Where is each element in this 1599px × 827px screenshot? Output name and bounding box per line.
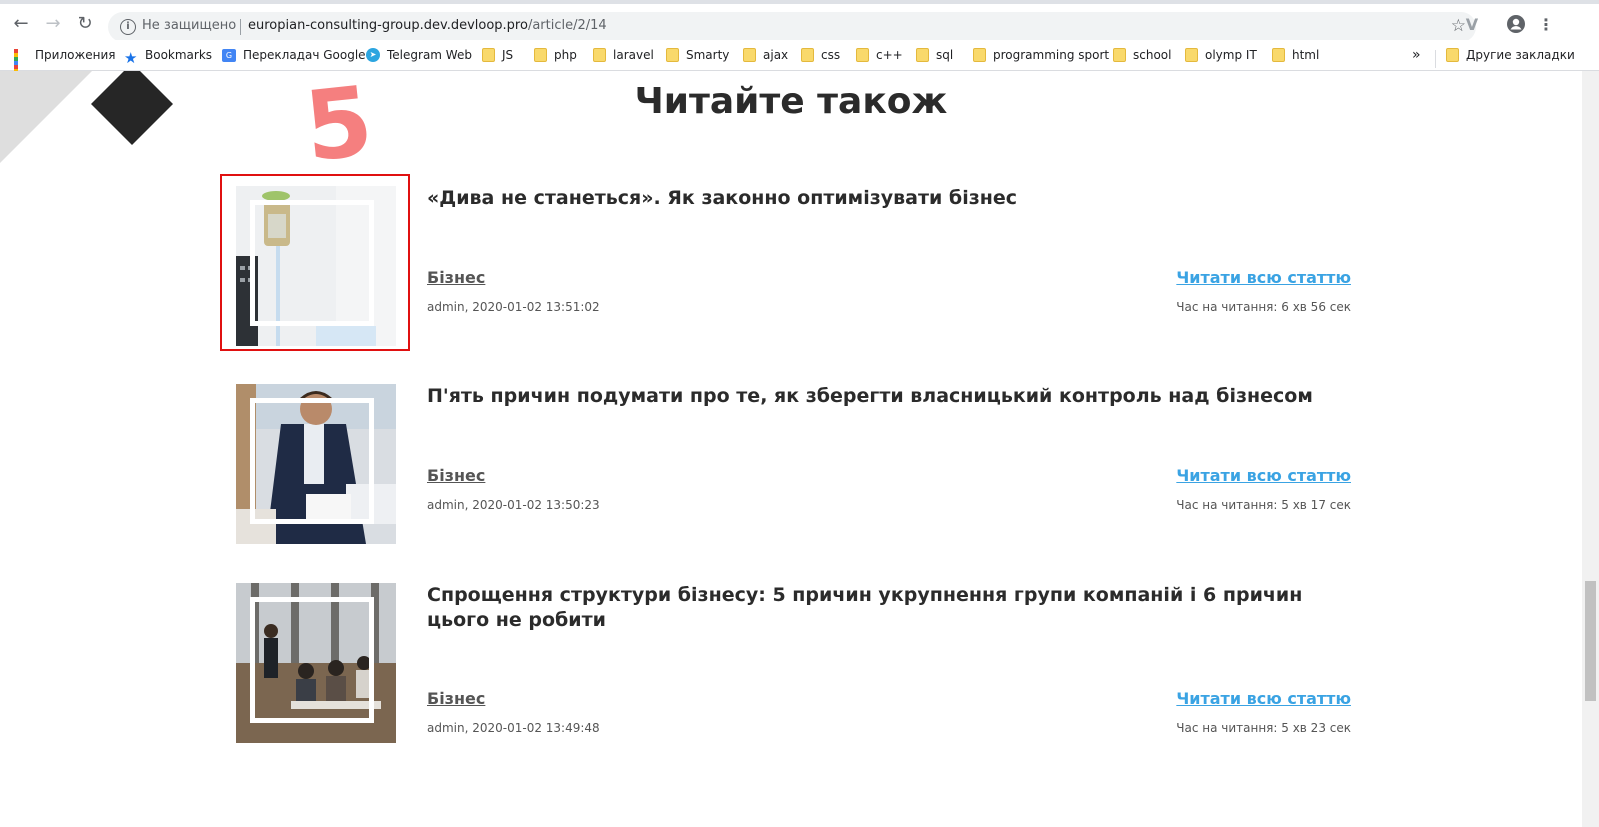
folder-icon [856,48,869,62]
address-divider [240,19,241,35]
section-title: Читайте також [634,81,948,122]
article-category-link[interactable]: Бізнес [427,689,485,708]
reading-time: Час на читання: 5 хв 23 сек [1176,721,1351,735]
bookmark-label: c++ [876,48,903,62]
folder-icon [916,48,929,62]
address-bar[interactable]: i Не защищено europian-consulting-group.… [108,12,1476,42]
bookmark-folder-school[interactable]: school [1113,46,1171,64]
read-more-link[interactable]: Читати всю статтю [1176,689,1351,708]
bookmark-label: php [554,48,577,62]
bookmark-folder-html[interactable]: html [1272,46,1319,64]
bookmark-label: Приложения [35,48,116,62]
forward-arrow-icon[interactable]: → [41,12,65,36]
article-card: Спрощення структури бізнесу: 5 причин ук… [236,583,1351,743]
bookmark-folder-ajax[interactable]: ajax [743,46,788,64]
article-card: «Дива не станеться». Як законно оптимізу… [236,186,1351,346]
bookmark-apps[interactable]: Приложения [14,46,116,85]
bookmark-folder-smarty[interactable]: Smarty [666,46,729,64]
folder-icon [593,48,606,62]
article-thumbnail[interactable] [236,384,396,544]
bookmark-telegram[interactable]: ➤ Telegram Web [366,46,472,64]
folder-icon [1272,48,1285,62]
reading-time: Час на читання: 6 хв 56 сек [1176,300,1351,314]
thumbnail-frame [250,200,374,326]
folder-icon [1113,48,1126,62]
thumbnail-frame [250,597,374,723]
bookmark-label: Telegram Web [387,48,472,62]
bookmark-folder-sql[interactable]: sql [916,46,953,64]
security-status[interactable]: Не защищено [142,18,236,33]
article-thumbnail[interactable] [236,186,396,346]
folder-icon [534,48,547,62]
back-arrow-icon[interactable]: ← [9,12,33,36]
annotation-number-text: 5 [305,71,378,166]
bookmark-folder-programming-sport[interactable]: programming sport [973,46,1109,64]
scrollbar-track[interactable] [1582,71,1599,827]
url-path: /article/2/14 [527,18,607,33]
bookmark-folder-cpp[interactable]: c++ [856,46,903,64]
telegram-icon: ➤ [366,48,380,62]
article-meta: admin, 2020-01-02 13:51:02 [427,300,600,314]
folder-icon [801,48,814,62]
bookmarks-bar: Приложения ★ Bookmarks G Перекладач Goog… [0,40,1599,85]
article-title[interactable]: «Дива не станеться». Як законно оптимізу… [427,186,1347,211]
page-content: Читайте також 5 «Дива не станеться». Як … [0,71,1599,827]
article-meta: admin, 2020-01-02 13:49:48 [427,721,600,735]
vpn-extension-icon[interactable]: V [1461,14,1483,36]
article-title[interactable]: Спрощення структури бізнесу: 5 причин ук… [427,583,1347,633]
bookmarks-divider [1435,50,1436,68]
bookmark-label: Bookmarks [145,48,213,62]
read-more-link[interactable]: Читати всю статтю [1176,466,1351,485]
bookmark-label: css [821,48,841,62]
bookmark-label: Другие закладки [1466,48,1575,62]
bookmark-other[interactable]: Другие закладки [1446,46,1575,64]
google-translate-icon: G [222,48,236,62]
folder-icon [1185,48,1198,62]
bookmark-label: JS [502,48,514,62]
bookmark-folder-js[interactable]: JS [482,46,513,64]
bookmark-label: Smarty [686,48,730,62]
annotation-number-5: 5 [305,71,378,166]
bookmark-label: olymp IT [1205,48,1257,62]
bookmark-bookmarks[interactable]: ★ Bookmarks [124,46,213,67]
article-card: П'ять причин подумати про те, як зберегт… [236,384,1351,544]
bookmark-label: html [1292,48,1320,62]
reload-icon[interactable]: ↻ [73,12,97,36]
folder-icon [482,48,495,62]
url-host: europian-consulting-group.dev.devloop.pr… [248,18,528,33]
folder-icon [666,48,679,62]
bookmark-label: laravel [613,48,654,62]
menu-kebab-icon[interactable]: ⋮ [1535,14,1557,36]
scrollbar-thumb[interactable] [1585,581,1596,701]
star-icon: ★ [124,48,138,67]
url-text[interactable]: europian-consulting-group.dev.devloop.pr… [248,18,607,33]
read-more-link[interactable]: Читати всю статтю [1176,268,1351,287]
bookmark-folder-olymp-it[interactable]: olymp IT [1185,46,1257,64]
thumbnail-frame [250,398,374,524]
bookmark-label: Перекладач Google [243,48,366,62]
bookmark-label: programming sport [993,48,1110,62]
bookmark-folder-css[interactable]: css [801,46,840,64]
reading-time: Час на читання: 5 хв 17 сек [1176,498,1351,512]
bookmark-label: sql [936,48,954,62]
browser-toolbar: ← → ↻ i Не защищено europian-consulting-… [0,4,1599,42]
bookmark-label: school [1133,48,1172,62]
bookmark-google-translate[interactable]: G Перекладач Google [222,46,366,64]
bookmark-folder-php[interactable]: php [534,46,577,64]
article-category-link[interactable]: Бізнес [427,268,485,287]
article-meta: admin, 2020-01-02 13:50:23 [427,498,600,512]
folder-icon [973,48,986,62]
info-icon[interactable]: i [120,19,136,35]
folder-icon [743,48,756,62]
bookmark-label: ajax [763,48,789,62]
folder-icon [1446,48,1459,62]
bookmark-folder-laravel[interactable]: laravel [593,46,654,64]
bookmarks-overflow-button[interactable]: » [1412,46,1421,64]
apps-grid-icon [14,48,28,85]
article-thumbnail[interactable] [236,583,396,743]
article-category-link[interactable]: Бізнес [427,466,485,485]
profile-avatar-icon[interactable] [1505,14,1527,36]
article-title[interactable]: П'ять причин подумати про те, як зберегт… [427,384,1347,409]
